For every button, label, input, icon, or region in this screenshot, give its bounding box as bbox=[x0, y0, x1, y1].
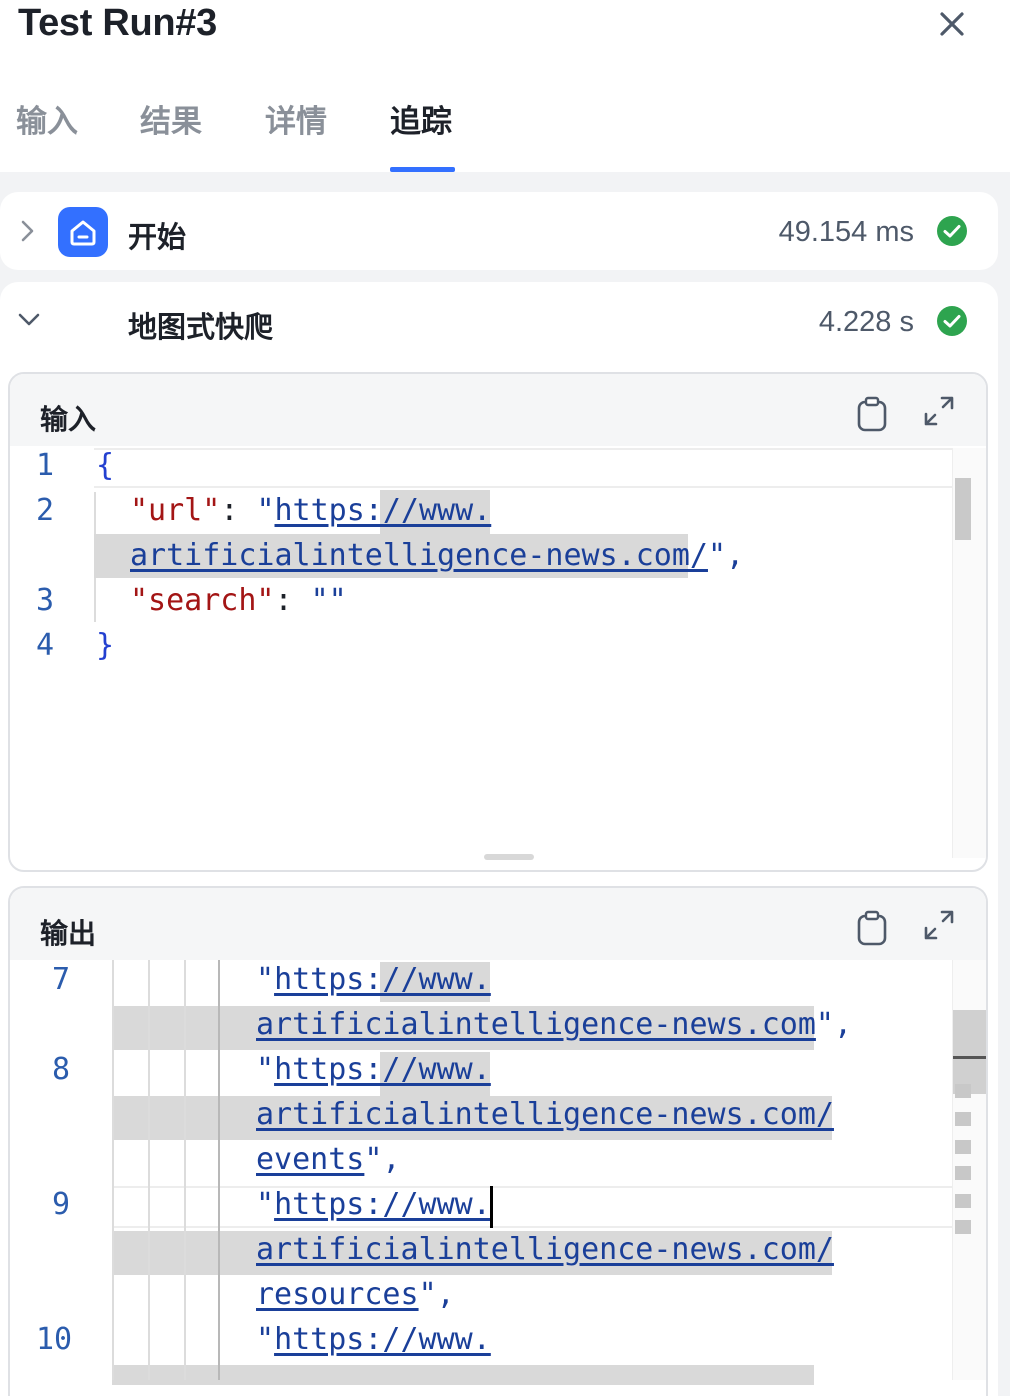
scrollbar-marker bbox=[955, 1166, 971, 1180]
scrollbar-marker bbox=[955, 1084, 971, 1098]
indent-guide bbox=[218, 960, 220, 1380]
scrollbar-thumb[interactable] bbox=[953, 1010, 986, 1094]
url-link[interactable]: https://www. bbox=[274, 1052, 491, 1087]
url-link[interactable]: artificialintelligence-news.com bbox=[256, 1007, 816, 1042]
indent-guide bbox=[112, 960, 114, 1380]
tab-result[interactable]: 结果 bbox=[140, 96, 202, 141]
url-link[interactable]: artificialintelligence-news.com/ bbox=[130, 538, 708, 573]
code-line: artificialintelligence-news.com/ bbox=[256, 1232, 834, 1267]
copy-icon[interactable] bbox=[856, 396, 888, 432]
line-number: 3 bbox=[36, 583, 55, 618]
url-link[interactable]: resources bbox=[256, 1277, 419, 1312]
current-line-highlight bbox=[112, 1186, 984, 1228]
home-icon bbox=[58, 207, 108, 257]
node-duration-start: 49.154 ms bbox=[778, 216, 914, 248]
json-punct: ", bbox=[815, 1007, 853, 1042]
json-punct: ", bbox=[364, 1142, 401, 1177]
scrollbar-marker bbox=[955, 1194, 971, 1208]
line-number: 1 bbox=[36, 448, 55, 483]
url-link[interactable]: events bbox=[256, 1142, 364, 1177]
code-line: "https://www. bbox=[256, 1052, 491, 1087]
url-link[interactable]: https://www. bbox=[274, 1187, 491, 1222]
line-number: 10 bbox=[36, 1322, 73, 1357]
url-link[interactable]: artificialintelligence-news.com/ bbox=[256, 1097, 834, 1132]
code-line: artificialintelligence-news.com/", bbox=[130, 538, 744, 573]
scrollbar-marker bbox=[955, 1220, 971, 1234]
url-link[interactable]: artificialintelligence-news.com/ bbox=[256, 1232, 834, 1267]
panel-title: 输出 bbox=[40, 917, 97, 950]
expand-icon[interactable] bbox=[922, 908, 956, 942]
line-number: 9 bbox=[52, 1187, 71, 1222]
code-line: "https://www. bbox=[256, 962, 491, 997]
check-circle-icon bbox=[937, 306, 967, 336]
code-line: "https://www. bbox=[256, 1322, 491, 1357]
code-line: events", bbox=[256, 1142, 401, 1177]
current-line-highlight bbox=[94, 448, 984, 488]
line-number: 8 bbox=[52, 1052, 71, 1087]
tab-bar: 输入 结果 详情 追踪 bbox=[0, 90, 1010, 172]
json-brace: } bbox=[96, 628, 115, 663]
json-brace: { bbox=[96, 448, 115, 483]
json-quote: " bbox=[256, 493, 275, 528]
scrollbar-marker bbox=[955, 1140, 971, 1154]
json-punct: ", bbox=[418, 1277, 455, 1312]
scrollbar-thumb[interactable] bbox=[955, 478, 971, 540]
json-key: "url" bbox=[130, 493, 221, 528]
resize-handle[interactable] bbox=[484, 854, 534, 860]
json-colon: : bbox=[220, 493, 257, 528]
json-quote: " bbox=[256, 1187, 275, 1222]
vertical-scrollbar[interactable] bbox=[952, 960, 986, 1380]
code-line: "search": "" bbox=[130, 583, 347, 618]
json-string: "" bbox=[310, 583, 347, 618]
node-name-map-crawl: 地图式快爬 bbox=[128, 310, 274, 344]
close-icon[interactable] bbox=[934, 6, 970, 42]
text-cursor bbox=[490, 1186, 493, 1228]
copy-icon[interactable] bbox=[856, 910, 888, 946]
line-number: 7 bbox=[52, 962, 71, 997]
indent-guide bbox=[148, 960, 150, 1380]
line-number: 4 bbox=[36, 628, 55, 663]
chevron-right-icon[interactable] bbox=[18, 218, 38, 244]
url-link[interactable]: https://www. bbox=[275, 493, 492, 528]
json-punct: ", bbox=[707, 538, 745, 573]
panel-title: 输入 bbox=[40, 403, 97, 436]
expand-icon[interactable] bbox=[922, 394, 956, 428]
scrollbar-marker bbox=[955, 1112, 971, 1126]
input-code-editor[interactable]: 1 2 3 4 { "url": "https://www. artificia… bbox=[10, 446, 986, 870]
output-panel: 输出 7 8 9 10 "https://www. artificialinte… bbox=[8, 886, 988, 1396]
panel-header: 输出 bbox=[10, 888, 986, 960]
json-colon: : bbox=[274, 583, 311, 618]
node-duration-map-crawl: 4.228 s bbox=[818, 306, 914, 338]
url-link[interactable]: https://www. bbox=[274, 962, 491, 997]
check-circle-icon bbox=[937, 216, 967, 246]
code-line: "url": "https://www. bbox=[130, 493, 491, 528]
json-quote: " bbox=[256, 1322, 275, 1357]
code-line: artificialintelligence-news.com", bbox=[256, 1007, 852, 1042]
code-line: "https://www. bbox=[256, 1187, 491, 1222]
node-name-start: 开始 bbox=[128, 220, 187, 254]
code-line: artificialintelligence-news.com/ bbox=[256, 1097, 834, 1132]
chevron-down-icon[interactable] bbox=[16, 310, 42, 330]
tab-input[interactable]: 输入 bbox=[16, 96, 78, 141]
json-key: "search" bbox=[130, 583, 275, 618]
json-quote: " bbox=[256, 1052, 275, 1087]
dialog-title: Test Run#3 bbox=[18, 2, 218, 44]
tab-details[interactable]: 详情 bbox=[265, 96, 327, 141]
input-panel: 输入 1 2 3 4 { "url": "https://www. artifi… bbox=[8, 372, 988, 872]
tab-trace[interactable]: 追踪 bbox=[390, 96, 452, 141]
indent-guide bbox=[184, 960, 186, 1380]
output-code-editor[interactable]: 7 8 9 10 "https://www. artificialintelli… bbox=[10, 960, 986, 1396]
scrollbar-position-marker bbox=[953, 1056, 986, 1059]
url-link[interactable]: https://www. bbox=[274, 1322, 491, 1357]
panel-header: 输入 bbox=[10, 374, 986, 446]
code-line: resources", bbox=[256, 1277, 455, 1312]
line-number: 2 bbox=[36, 493, 55, 528]
vertical-scrollbar[interactable] bbox=[952, 448, 986, 858]
json-quote: " bbox=[256, 962, 275, 997]
